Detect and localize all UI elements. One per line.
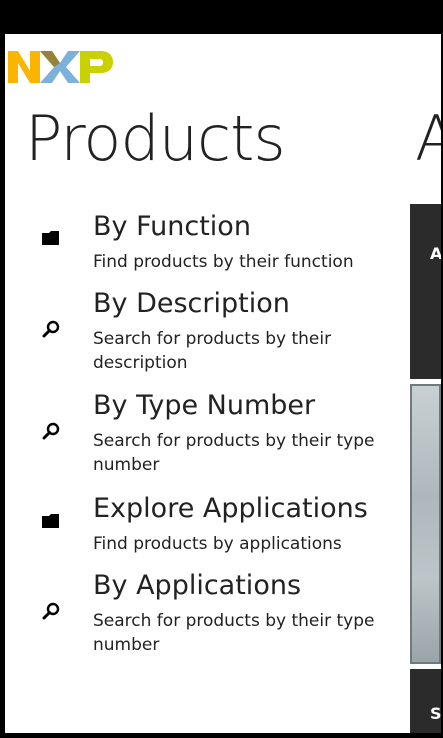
peek-tile-letter: A [430, 244, 441, 263]
item-name: By Applications [93, 570, 302, 601]
folder-icon [41, 229, 61, 247]
phone-frame: Products A By Function Find products by … [0, 0, 443, 738]
nxp-logo [8, 51, 113, 83]
item-description: Search for products by their type number [93, 431, 375, 475]
peek-tile-top[interactable]: A [410, 204, 441, 379]
item-name: By Function [93, 211, 251, 242]
search-icon [41, 320, 61, 338]
item-description: Find products by applications [93, 534, 342, 554]
search-icon [41, 422, 61, 440]
item-name: By Type Number [93, 390, 316, 421]
item-name: By Description [93, 288, 290, 319]
item-description: Search for products by their type number [93, 611, 375, 655]
item-name: Explore Applications [93, 493, 368, 524]
peek-tile-image[interactable] [410, 384, 441, 664]
app-screen: Products A By Function Find products by … [5, 34, 441, 733]
search-icon [41, 602, 61, 620]
peek-tile-letter: S [430, 704, 441, 723]
next-pivot-title[interactable]: A [415, 104, 441, 174]
next-pivot-peek[interactable]: A S [410, 204, 441, 733]
folder-icon [41, 512, 61, 530]
item-description: Search for products by their description [93, 329, 332, 373]
item-description: Find products by their function [93, 252, 354, 272]
page-title: Products [25, 102, 286, 175]
peek-tile-bottom[interactable]: S [410, 669, 441, 733]
